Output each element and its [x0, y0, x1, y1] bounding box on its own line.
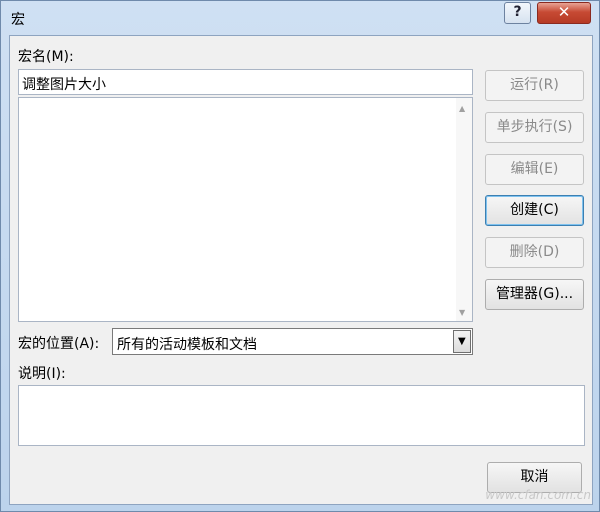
scroll-down-icon[interactable]: ▼	[459, 308, 465, 317]
macro-list-scrollbar[interactable]: ▲ ▼	[456, 98, 472, 321]
create-button[interactable]: 创建(C)	[485, 195, 584, 226]
chevron-down-icon: ▼	[458, 336, 466, 347]
description-label: 说明(I):	[18, 366, 66, 382]
help-button[interactable]: ?	[504, 2, 531, 24]
close-button[interactable]: ✕	[537, 2, 591, 24]
description-box[interactable]	[18, 385, 585, 446]
macro-list[interactable]: ▲ ▼	[18, 97, 473, 322]
macro-name-input[interactable]: 调整图片大小	[18, 69, 473, 95]
scroll-up-icon[interactable]: ▲	[459, 104, 465, 113]
run-button[interactable]: 运行(R)	[485, 70, 584, 101]
help-icon: ?	[513, 4, 522, 20]
close-icon: ✕	[557, 3, 571, 21]
dialog-body: 宏名(M): 调整图片大小 ▲ ▼ 运行(R) 单步执行(S) 编辑(E) 创建…	[9, 35, 593, 505]
macro-name-label: 宏名(M):	[18, 49, 74, 65]
macro-dialog: 宏 ? ✕ 宏名(M): 调整图片大小 ▲ ▼ 运行(R) 单步执行(S) 编辑…	[0, 0, 600, 512]
title-bar[interactable]: 宏 ? ✕	[1, 1, 600, 34]
edit-button[interactable]: 编辑(E)	[485, 154, 584, 185]
delete-button[interactable]: 删除(D)	[485, 237, 584, 268]
step-into-button[interactable]: 单步执行(S)	[485, 112, 584, 143]
watermark: www.cfan.com.cn	[485, 488, 591, 502]
dialog-title: 宏	[11, 12, 25, 28]
macros-in-select[interactable]: 所有的活动模板和文档 ▼	[112, 328, 473, 355]
organizer-button[interactable]: 管理器(G)...	[485, 279, 584, 310]
dropdown-button[interactable]: ▼	[453, 330, 471, 353]
macros-in-label: 宏的位置(A):	[18, 336, 100, 352]
macros-in-value: 所有的活动模板和文档	[117, 337, 257, 353]
